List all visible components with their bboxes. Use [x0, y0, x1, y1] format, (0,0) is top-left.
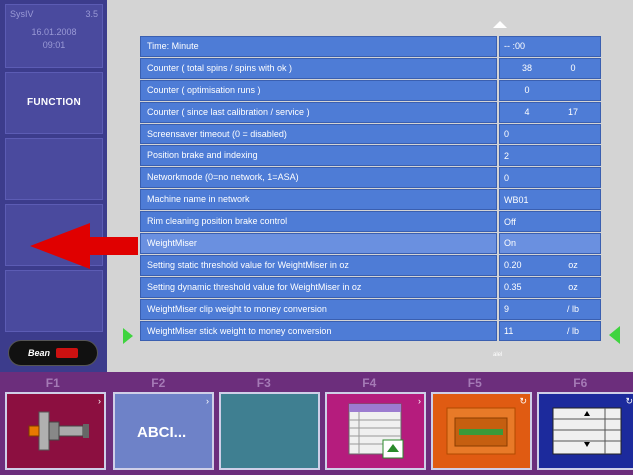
row-label: Screensaver timeout (0 = disabled)	[140, 123, 497, 145]
table-row[interactable]: Networkmode (0=no network, 1=ASA) 0	[140, 167, 602, 189]
table-row[interactable]: Counter ( optimisation runs ) 0	[140, 79, 602, 101]
f5-button[interactable]: ↻	[431, 392, 532, 470]
row-value[interactable]: 0.35 oz	[499, 276, 601, 298]
logo-text: Bean	[27, 348, 50, 358]
scroll-up-arrow-icon[interactable]	[493, 21, 507, 28]
refresh-indicator-icon: ↻	[625, 396, 633, 406]
row-label: Machine name in network	[140, 189, 497, 211]
table-row[interactable]: Rim cleaning position brake control Off	[140, 211, 602, 233]
table-row[interactable]: Time: Minute -- :00	[140, 36, 602, 57]
row-value[interactable]: 9/ lb	[499, 298, 601, 320]
submenu-indicator-icon: ›	[418, 396, 421, 406]
row-label: Position brake and indexing	[140, 145, 497, 167]
table-row[interactable]: Counter ( total spins / spins with ok ) …	[140, 57, 602, 79]
row-label: Time: Minute	[140, 36, 497, 57]
table-row-selected[interactable]: WeightMiser On	[140, 233, 602, 254]
row-value[interactable]: Off	[499, 211, 601, 233]
row-label: Setting dynamic threshold value for Weig…	[140, 276, 497, 298]
table-row[interactable]: Counter ( since last calibration / servi…	[140, 101, 602, 123]
row-value[interactable]: 0	[499, 123, 601, 145]
row-label: Counter ( since last calibration / servi…	[140, 101, 497, 123]
refresh-indicator-icon: ↻	[519, 396, 527, 406]
row-value[interactable]: -- :00	[499, 36, 601, 57]
table-row[interactable]: Setting dynamic threshold value for Weig…	[140, 276, 602, 298]
f6-button[interactable]: ↻	[537, 392, 633, 470]
brand-logo: Bean	[8, 340, 98, 366]
version-label: 3.5	[85, 9, 98, 19]
f1-button[interactable]: ›	[5, 392, 106, 470]
f4-button[interactable]: ›	[325, 392, 426, 470]
next-page-arrow-icon[interactable]	[609, 326, 620, 344]
table-row[interactable]: Setting static threshold value for Weigh…	[140, 254, 602, 276]
alphanumeric-input-label: ABCI...	[137, 424, 187, 441]
row-label: WeightMiser	[140, 233, 497, 254]
selection-pointer-arrow-icon	[30, 223, 138, 269]
fkey-label-f5: F5	[467, 376, 482, 390]
row-label: Counter ( optimisation runs )	[140, 79, 497, 101]
sidebar-item-5[interactable]	[5, 270, 103, 332]
system-info-panel: SysIV 3.5 16.01.2008 09:01	[5, 4, 103, 68]
system-name: SysIV	[10, 9, 34, 19]
row-label: WeightMiser clip weight to money convers…	[140, 298, 497, 320]
previous-page-arrow-icon[interactable]	[123, 328, 133, 344]
row-value[interactable]: 11/ lb	[499, 320, 601, 342]
sidebar-item-function[interactable]: FUNCTION	[5, 72, 103, 134]
row-label: Setting static threshold value for Weigh…	[140, 254, 497, 276]
table-row[interactable]: Screensaver timeout (0 = disabled) 0	[140, 123, 602, 145]
row-value[interactable]: WB01	[499, 189, 601, 211]
f2-button[interactable]: › ABCI...	[113, 392, 214, 470]
fkey-label-f3: F3	[256, 376, 271, 390]
logo-red-bar	[56, 348, 78, 358]
row-label: Rim cleaning position brake control	[140, 211, 497, 233]
row-value[interactable]: 4 17	[499, 101, 601, 123]
table-row[interactable]: Position brake and indexing 2	[140, 145, 602, 167]
row-value[interactable]: 0.20 oz	[499, 254, 601, 276]
fkey-label-f1: F1	[45, 376, 60, 390]
table-row[interactable]: WeightMiser clip weight to money convers…	[140, 298, 602, 320]
row-value[interactable]: 0	[499, 79, 601, 101]
time-label: 09:01	[42, 40, 66, 50]
row-value[interactable]: 0	[499, 167, 601, 189]
row-label: WeightMiser stick weight to money conver…	[140, 320, 497, 342]
brake-indicator-icon	[446, 407, 516, 455]
row-label: Counter ( total spins / spins with ok )	[140, 57, 497, 79]
sidebar: SysIV 3.5 16.01.2008 09:01 FUNCTION Bean	[0, 0, 107, 372]
submenu-indicator-icon: ›	[206, 396, 209, 406]
row-value[interactable]: On	[499, 233, 601, 254]
function-key-labels: F1 F2 F3 F4 F5 F6	[0, 376, 633, 390]
date-label: 16.01.2008	[31, 27, 77, 37]
sidebar-item-3[interactable]	[5, 138, 103, 200]
table-row[interactable]: Machine name in network WB01	[140, 189, 602, 211]
row-value[interactable]: 2	[499, 145, 601, 167]
wheel-balancer-shaft-icon	[28, 411, 89, 451]
fkey-label-f6: F6	[573, 376, 588, 390]
scroll-tick-label: alel	[493, 352, 503, 358]
row-value[interactable]: 38 0	[499, 57, 601, 79]
row-label: Networkmode (0=no network, 1=ASA)	[140, 167, 497, 189]
scroll-list-icon	[552, 407, 622, 455]
f3-button[interactable]	[219, 392, 320, 470]
settings-table: Time: Minute -- :00 Counter ( total spin…	[140, 36, 602, 342]
table-edit-icon	[348, 403, 404, 459]
table-row[interactable]: WeightMiser stick weight to money conver…	[140, 320, 602, 342]
fkey-label-f2: F2	[151, 376, 166, 390]
fkey-label-f4: F4	[362, 376, 377, 390]
submenu-indicator-icon: ›	[98, 396, 101, 406]
